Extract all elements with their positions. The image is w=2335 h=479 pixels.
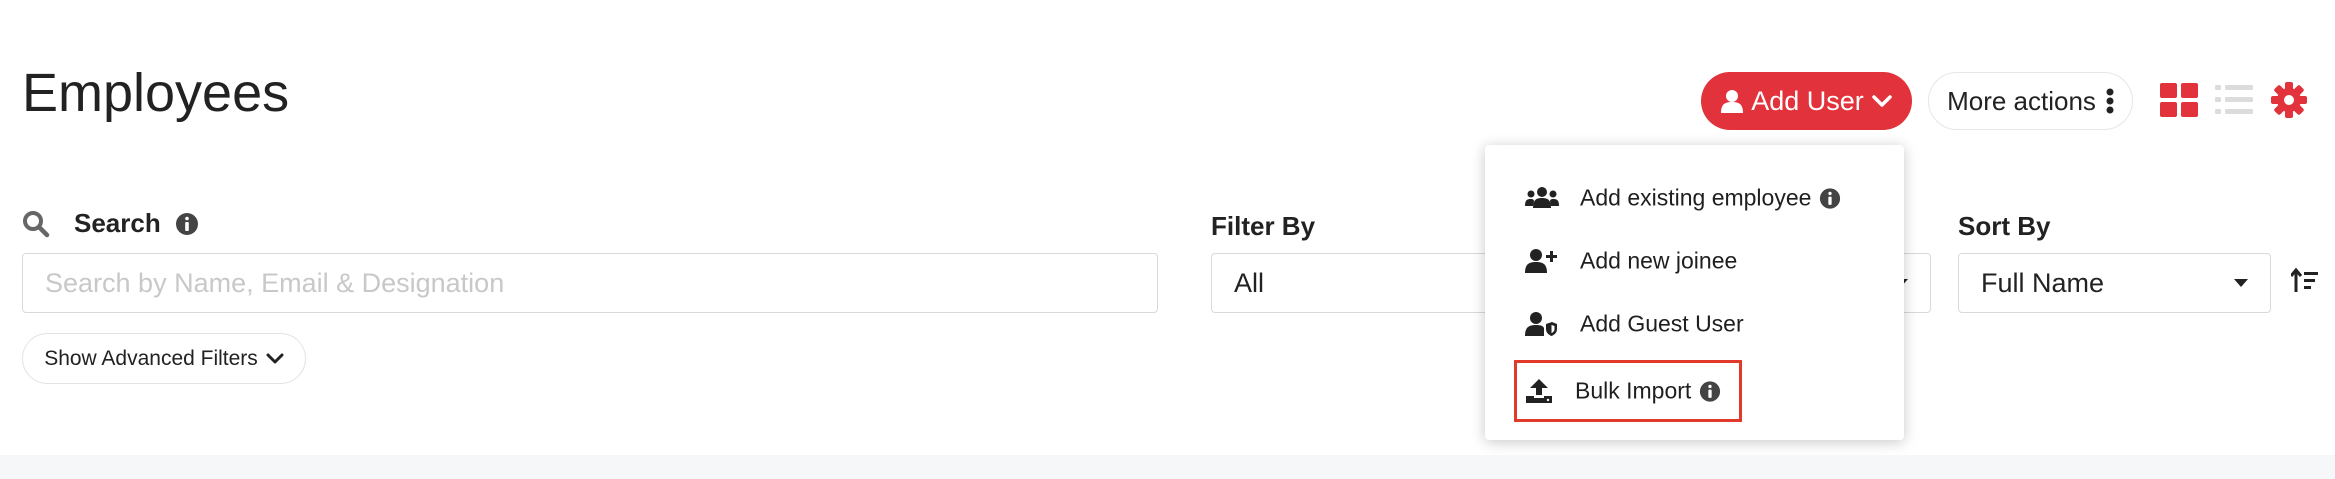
vertical-dots-icon: [2106, 88, 2114, 114]
filter-by-value: All: [1234, 267, 1265, 298]
info-icon[interactable]: [1699, 380, 1721, 402]
user-shield-icon: [1525, 312, 1557, 336]
show-advanced-filters-button[interactable]: Show Advanced Filters: [22, 333, 306, 384]
user-plus-icon: [1525, 249, 1557, 273]
search-label-row: Search: [22, 208, 199, 239]
search-input[interactable]: [22, 253, 1158, 313]
menu-item-add-new-joinee[interactable]: Add new joinee: [1485, 235, 1904, 287]
grid-view-icon[interactable]: [2160, 83, 2198, 117]
menu-item-add-guest-user[interactable]: Add Guest User: [1485, 298, 1904, 350]
chevron-down-icon: [1872, 95, 1892, 107]
sort-by-label: Sort By: [1958, 211, 2051, 241]
add-user-dropdown-menu: Add existing employee Add new joinee Add…: [1485, 145, 1904, 440]
advanced-filters-label: Show Advanced Filters: [44, 346, 258, 370]
list-view-icon[interactable]: [2215, 85, 2253, 115]
menu-item-label: Add existing employee: [1580, 184, 1812, 211]
add-user-label: Add User: [1751, 85, 1864, 116]
menu-item-label: Add new joinee: [1580, 247, 1738, 274]
search-icon: [23, 210, 50, 237]
search-label: Search: [74, 208, 161, 238]
info-icon[interactable]: [175, 212, 199, 236]
upload-icon: [1526, 379, 1552, 403]
gear-icon[interactable]: [2270, 81, 2308, 119]
menu-item-bulk-import[interactable]: Bulk Import: [1485, 365, 1904, 417]
page-title: Employees: [22, 63, 290, 123]
sort-by-value: Full Name: [1981, 267, 2105, 298]
content-area-background: [0, 455, 2335, 479]
sort-order-icon[interactable]: [2291, 268, 2319, 296]
menu-item-add-existing-employee[interactable]: Add existing employee: [1485, 172, 1904, 224]
add-user-button[interactable]: Add User: [1701, 72, 1912, 130]
menu-item-label: Add Guest User: [1580, 310, 1744, 337]
more-actions-label: More actions: [1947, 85, 2096, 116]
user-icon: [1721, 90, 1744, 113]
info-icon[interactable]: [1819, 187, 1841, 209]
users-group-icon: [1525, 187, 1559, 208]
sort-by-select[interactable]: Full Name: [1958, 253, 2271, 313]
chevron-down-icon: [266, 353, 284, 363]
caret-down-icon: [2234, 279, 2248, 287]
filter-by-label: Filter By: [1211, 211, 1316, 241]
menu-item-label: Bulk Import: [1575, 377, 1692, 404]
more-actions-button[interactable]: More actions: [1928, 72, 2133, 130]
